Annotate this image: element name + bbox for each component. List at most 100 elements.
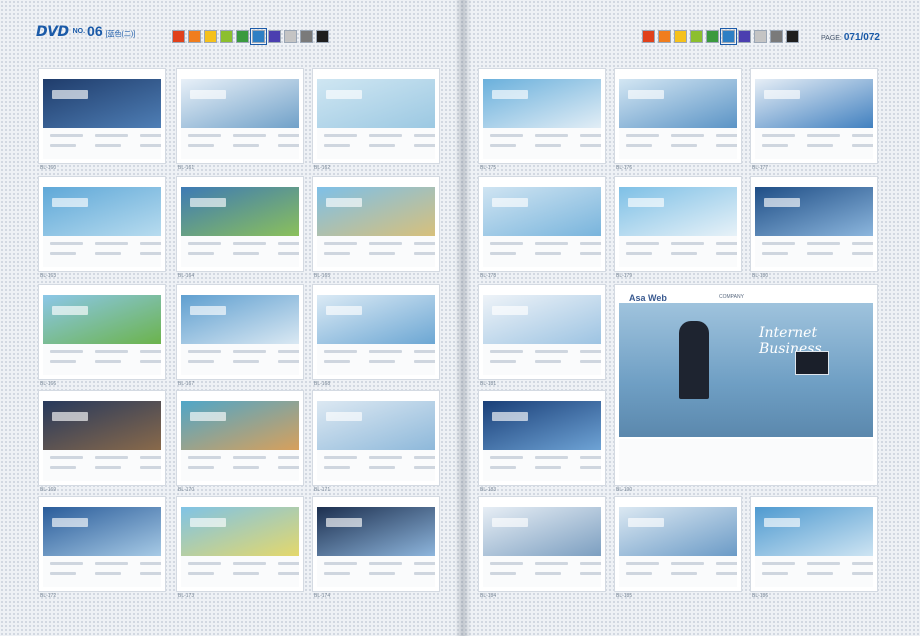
website-template-thumbnail[interactable] [614, 496, 742, 592]
website-template-thumbnail[interactable] [478, 176, 606, 272]
template-preview [181, 73, 299, 159]
color-swatch[interactable] [220, 30, 233, 43]
color-swatch[interactable] [738, 30, 751, 43]
template-code-label: BL-162 [314, 165, 331, 171]
template-preview [483, 395, 601, 481]
color-swatch[interactable] [674, 30, 687, 43]
website-template-thumbnail[interactable] [38, 390, 166, 486]
template-banner-image [317, 79, 435, 129]
website-template-thumbnail[interactable] [176, 176, 304, 272]
template-code-label: BL-171 [314, 487, 331, 493]
website-template-thumbnail[interactable] [312, 390, 440, 486]
template-banner-image [43, 79, 161, 129]
template-banner-image [43, 187, 161, 237]
color-swatch[interactable] [642, 30, 655, 43]
website-template-thumbnail[interactable] [176, 390, 304, 486]
template-preview [483, 73, 601, 159]
website-template-thumbnail[interactable] [312, 284, 440, 380]
template-preview [483, 289, 601, 375]
website-template-thumbnail[interactable] [750, 176, 878, 272]
website-template-thumbnail[interactable] [478, 68, 606, 164]
featured-template-thumbnail[interactable]: Asa Web COMPANY Internet Business [614, 284, 878, 486]
color-swatch[interactable] [786, 30, 799, 43]
color-swatches-left [172, 28, 329, 45]
template-banner-image [43, 295, 161, 345]
logo-issue-number: 06 [87, 23, 103, 39]
website-template-thumbnail[interactable] [478, 496, 606, 592]
template-preview [181, 181, 299, 267]
monitor-icon [795, 351, 829, 375]
color-swatches-right [642, 28, 799, 45]
template-banner-image [181, 507, 299, 557]
template-banner-image [43, 507, 161, 557]
template-code-label: BL-176 [616, 165, 633, 171]
website-template-thumbnail[interactable] [614, 176, 742, 272]
color-swatch[interactable] [250, 28, 267, 45]
template-preview [43, 289, 161, 375]
featured-banner: Internet Business [619, 303, 873, 438]
website-template-thumbnail[interactable] [312, 176, 440, 272]
website-template-thumbnail[interactable] [478, 390, 606, 486]
template-banner-image [483, 79, 601, 129]
color-swatch[interactable] [204, 30, 217, 43]
template-code-label: BL-181 [480, 381, 497, 387]
website-template-thumbnail[interactable] [38, 496, 166, 592]
template-code-label: BL-170 [178, 487, 195, 493]
template-preview [181, 289, 299, 375]
color-swatch[interactable] [300, 30, 313, 43]
template-banner-image [317, 295, 435, 345]
template-code-label: BL-184 [480, 593, 497, 599]
website-template-thumbnail[interactable] [614, 68, 742, 164]
website-template-thumbnail[interactable] [312, 496, 440, 592]
website-template-thumbnail[interactable] [176, 284, 304, 380]
template-code-label: BL-160 [40, 165, 57, 171]
template-banner-image [317, 507, 435, 557]
template-preview [755, 501, 873, 587]
page-number-label: PAGE: 071/072 [821, 32, 880, 43]
template-code-label: BL-177 [752, 165, 769, 171]
color-swatch[interactable] [188, 30, 201, 43]
template-banner-image [619, 79, 737, 129]
website-template-thumbnail[interactable] [478, 284, 606, 380]
website-template-thumbnail[interactable] [312, 68, 440, 164]
website-template-thumbnail[interactable] [38, 284, 166, 380]
template-code-label: BL-167 [178, 381, 195, 387]
template-banner-image [755, 79, 873, 129]
template-preview [619, 181, 737, 267]
color-swatch[interactable] [770, 30, 783, 43]
color-swatch[interactable] [720, 28, 737, 45]
template-code-label: BL-165 [314, 273, 331, 279]
template-preview [43, 181, 161, 267]
color-swatch[interactable] [268, 30, 281, 43]
color-swatch[interactable] [284, 30, 297, 43]
website-template-thumbnail[interactable] [176, 496, 304, 592]
website-template-thumbnail[interactable] [38, 176, 166, 272]
template-code-label: BL-179 [616, 273, 633, 279]
color-swatch[interactable] [754, 30, 767, 43]
website-template-thumbnail[interactable] [750, 68, 878, 164]
logo-category: [蓝色(二)] [105, 31, 136, 38]
website-template-thumbnail[interactable] [750, 496, 878, 592]
color-swatch[interactable] [690, 30, 703, 43]
template-preview [483, 501, 601, 587]
color-swatch[interactable] [172, 30, 185, 43]
template-preview [755, 181, 873, 267]
template-code-label: BL-173 [178, 593, 195, 599]
template-preview [43, 501, 161, 587]
template-preview [317, 73, 435, 159]
template-preview [181, 501, 299, 587]
color-swatch[interactable] [706, 30, 719, 43]
template-preview [317, 289, 435, 375]
template-code-label: BL-161 [178, 165, 195, 171]
template-preview [483, 181, 601, 267]
color-swatch[interactable] [658, 30, 671, 43]
website-template-thumbnail[interactable] [38, 68, 166, 164]
template-banner-image [483, 295, 601, 345]
website-template-thumbnail[interactable] [176, 68, 304, 164]
template-banner-image [619, 507, 737, 557]
template-banner-image [755, 507, 873, 557]
color-swatch[interactable] [236, 30, 249, 43]
template-preview [181, 395, 299, 481]
businessman-figure [679, 321, 709, 399]
color-swatch[interactable] [316, 30, 329, 43]
